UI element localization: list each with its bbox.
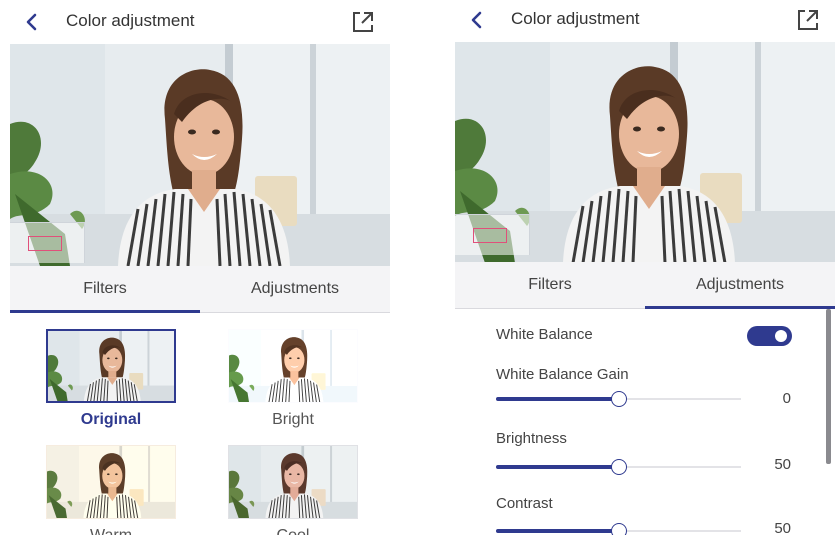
slider-fill [496, 397, 619, 401]
slider-thumb[interactable] [610, 459, 627, 475]
open-external-icon[interactable] [350, 9, 376, 35]
adjustments-panel: White Balance White Balance Gain 0 Brigh… [455, 309, 835, 535]
slider-thumb[interactable] [610, 523, 627, 535]
focus-frame [473, 228, 507, 243]
page-title: Color adjustment [511, 9, 640, 28]
picture-in-picture-preview[interactable] [455, 214, 530, 255]
tab-bar: Filters Adjustments [10, 266, 390, 313]
brightness-label: Brightness [496, 430, 567, 447]
white-balance-gain-label: White Balance Gain [496, 366, 629, 383]
filter-thumbnail [228, 445, 358, 519]
white-balance-gain-slider[interactable] [496, 390, 741, 408]
filters-grid: Original Bright Warm Cool [10, 313, 390, 535]
filter-label: Original [80, 411, 142, 428]
filter-cool[interactable]: Cool [228, 445, 358, 535]
white-balance-toggle[interactable] [747, 326, 792, 346]
filter-thumbnail [46, 445, 176, 519]
open-external-icon[interactable] [795, 7, 821, 33]
left-screen: Color adjustment Filters Adjustments Ori… [10, 0, 390, 535]
filter-label: Warm [46, 527, 176, 535]
filter-label: Bright [272, 411, 314, 428]
slider-fill [496, 465, 619, 469]
page-title: Color adjustment [66, 11, 195, 30]
filter-thumbnail [228, 329, 358, 403]
filter-bright[interactable]: Bright [228, 329, 358, 429]
brightness-slider[interactable] [496, 458, 741, 476]
white-balance-label: White Balance [496, 326, 593, 343]
header: Color adjustment [455, 0, 835, 42]
tab-adjustments[interactable]: Adjustments [645, 262, 835, 308]
contrast-value: 50 [774, 520, 791, 535]
focus-frame [28, 236, 62, 251]
chevron-left-icon[interactable] [22, 12, 42, 32]
header: Color adjustment [10, 0, 390, 44]
slider-fill [496, 529, 619, 533]
contrast-label: Contrast [496, 495, 553, 512]
picture-in-picture-preview[interactable] [10, 222, 85, 263]
filter-thumbnail [46, 329, 176, 403]
tab-bar: Filters Adjustments [455, 262, 835, 309]
brightness-value: 50 [774, 456, 791, 473]
white-balance-gain-value: 0 [782, 390, 791, 407]
tab-filters[interactable]: Filters [455, 262, 645, 308]
filter-label: Cool [228, 527, 358, 535]
filter-warm[interactable]: Warm [46, 445, 176, 535]
toggle-knob [775, 330, 787, 342]
scrollbar[interactable] [826, 309, 831, 464]
filter-original[interactable]: Original [46, 329, 176, 429]
contrast-slider[interactable] [496, 522, 741, 535]
chevron-left-icon[interactable] [467, 10, 487, 30]
right-screen: Color adjustment Filters Adjustments Whi… [455, 0, 835, 535]
tab-adjustments[interactable]: Adjustments [200, 266, 390, 312]
slider-thumb[interactable] [610, 391, 627, 407]
tab-filters[interactable]: Filters [10, 266, 200, 312]
